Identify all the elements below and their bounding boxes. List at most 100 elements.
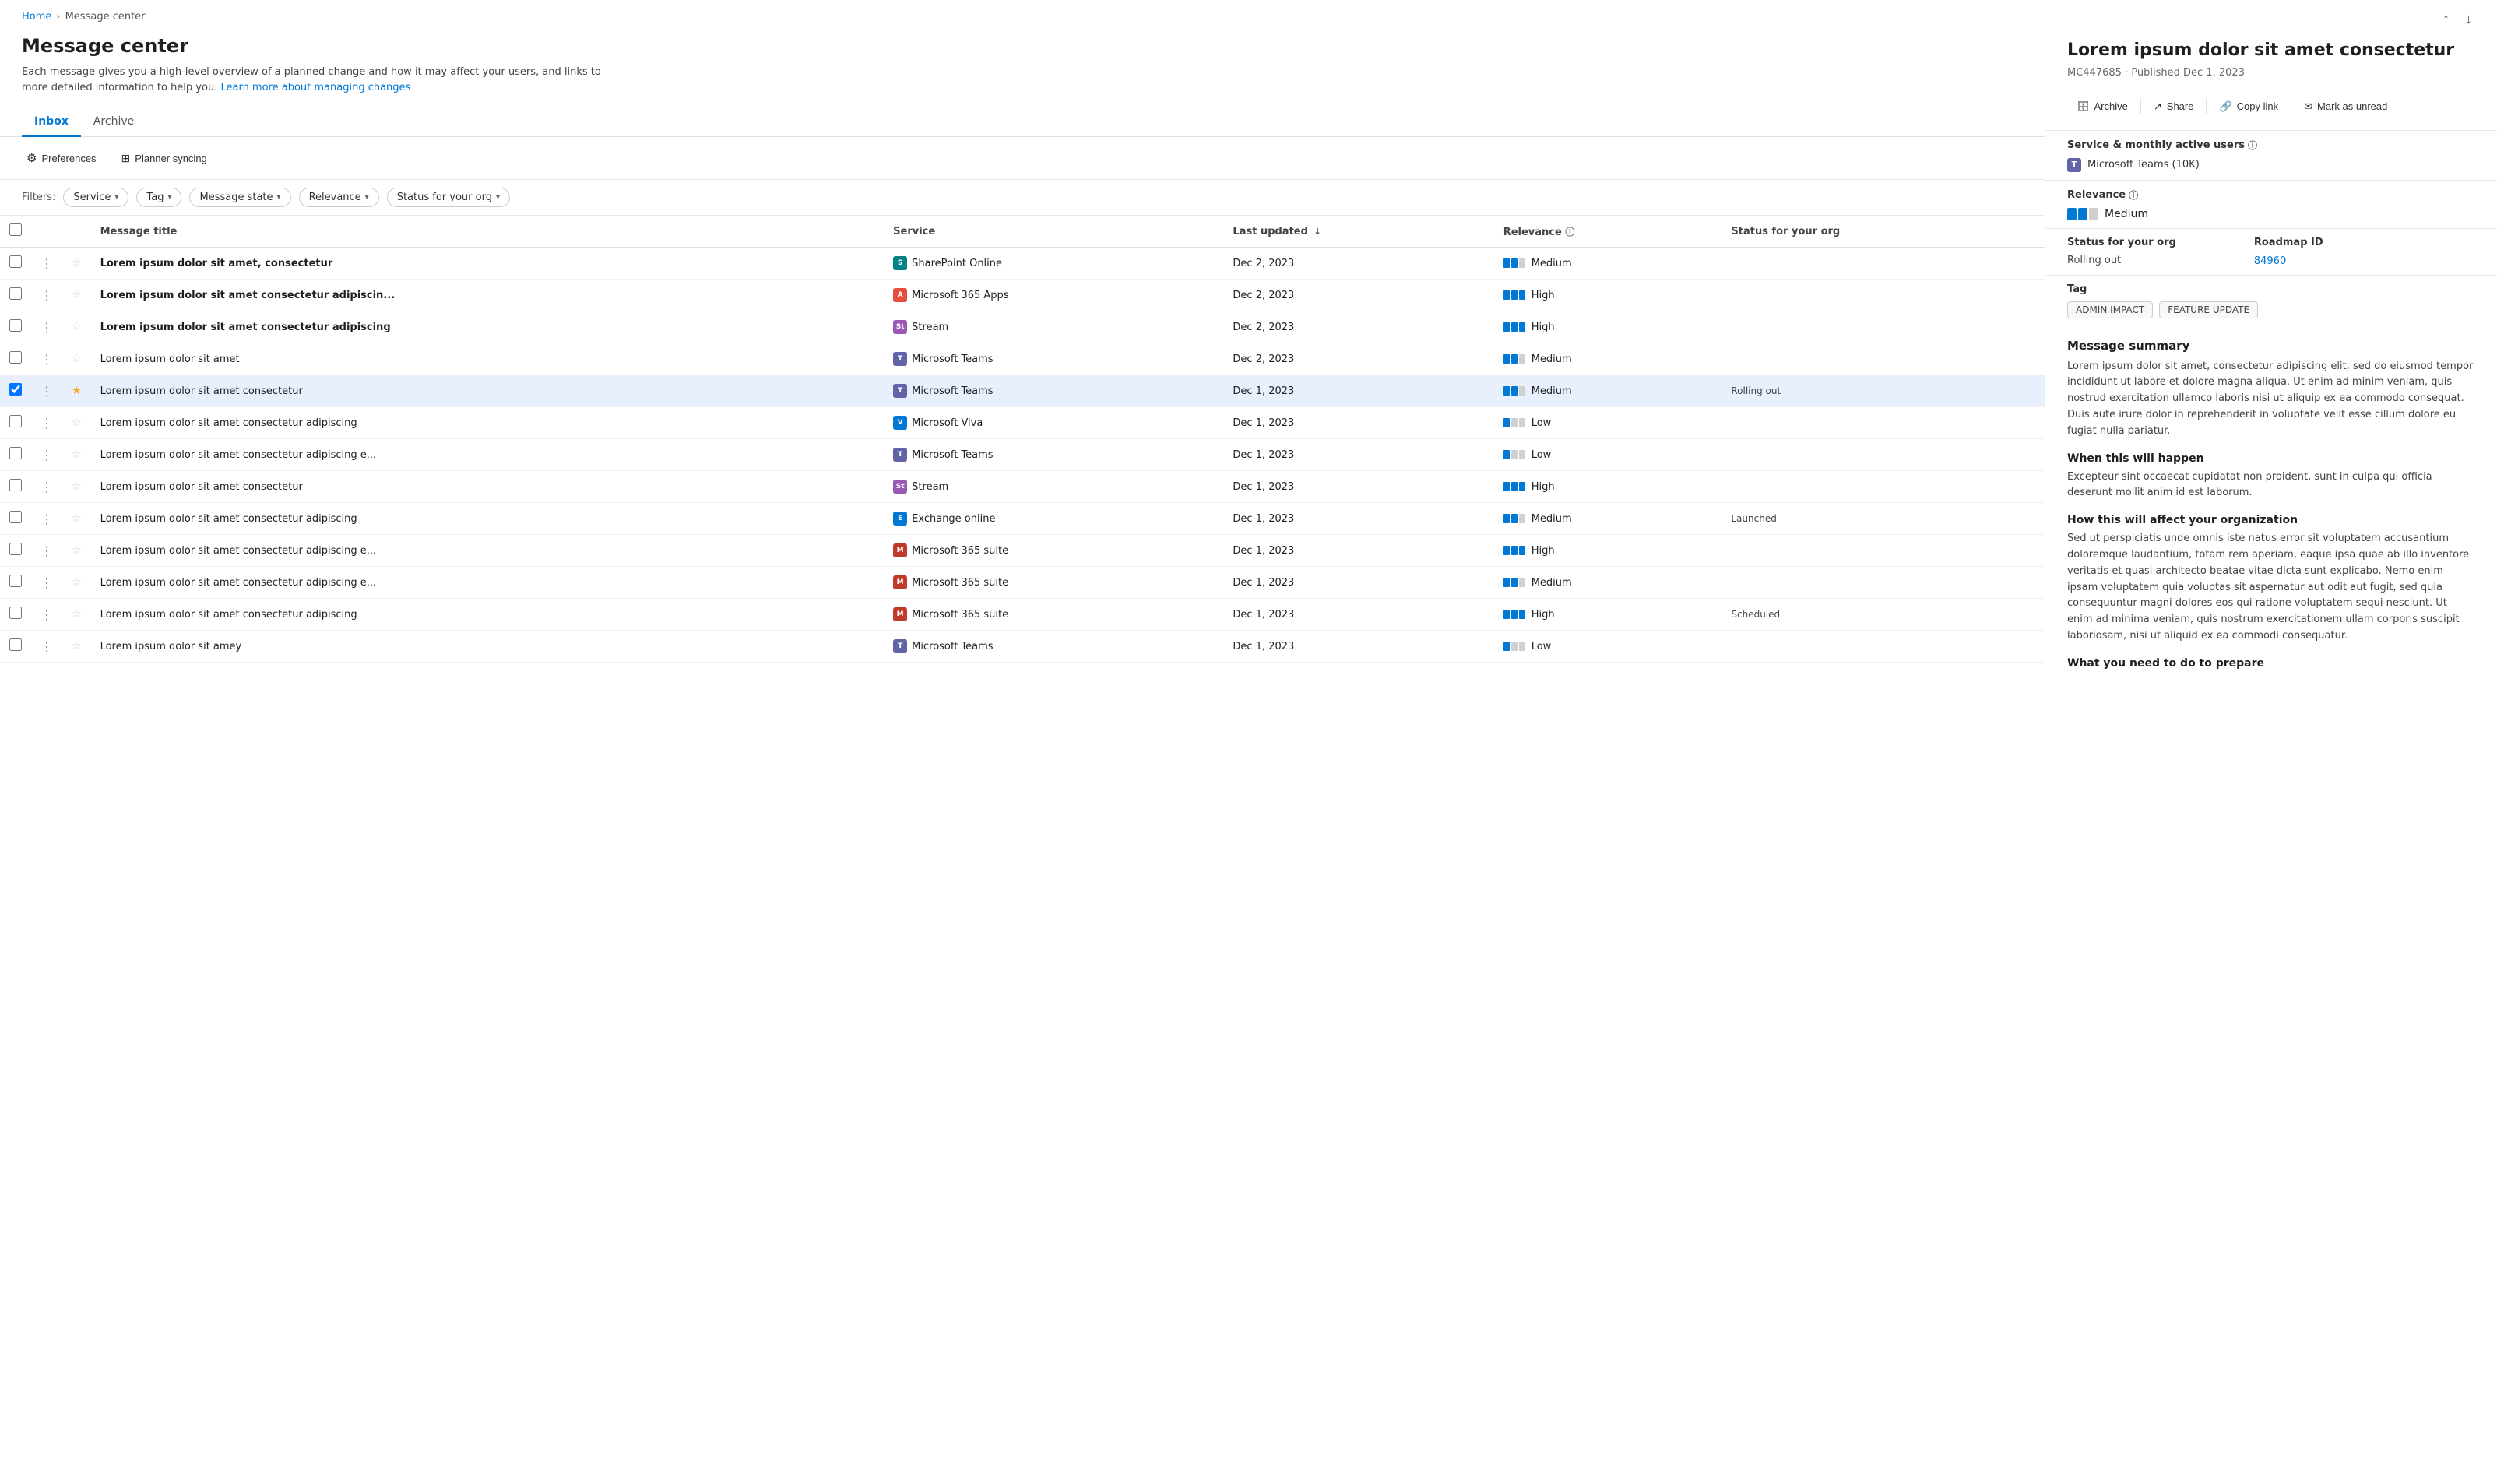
row-checkbox[interactable] [9, 415, 22, 427]
table-row[interactable]: ⋮ ☆ Lorem ipsum dolor sit amet consectet… [0, 439, 2045, 471]
filter-relevance[interactable]: Relevance ▾ [299, 188, 379, 207]
star-icon[interactable]: ☆ [72, 448, 82, 461]
star-icon[interactable]: ☆ [72, 544, 82, 557]
status-value: Rolling out [2067, 255, 2176, 266]
relevance-cell: High [1503, 481, 1713, 493]
filters-bar: Filters: Service ▾ Tag ▾ Message state ▾… [0, 180, 2045, 216]
more-options-icon[interactable]: ⋮ [40, 448, 53, 462]
table-row[interactable]: ⋮ ☆ Lorem ipsum dolor sit amet consectet… [0, 503, 2045, 535]
more-options-icon[interactable]: ⋮ [40, 288, 53, 303]
relevance-bars [1503, 578, 1525, 587]
star-icon[interactable]: ☆ [72, 321, 82, 333]
service-icon: E [893, 512, 907, 526]
relevance-label: High [1532, 481, 1555, 493]
row-checkbox[interactable] [9, 543, 22, 555]
row-checkbox[interactable] [9, 351, 22, 364]
star-icon[interactable]: ☆ [72, 289, 82, 301]
table-row[interactable]: ⋮ ☆ Lorem ipsum dolor sit amet T Microso… [0, 343, 2045, 375]
table-row[interactable]: ⋮ ☆ Lorem ipsum dolor sit amet, consecte… [0, 248, 2045, 280]
table-row[interactable]: ⋮ ☆ Lorem ipsum dolor sit amet consectet… [0, 471, 2045, 503]
mark-unread-button[interactable]: ✉ Mark as unread [2295, 96, 2397, 118]
rel-bar-3 [1519, 258, 1525, 268]
date-cell: Dec 1, 2023 [1223, 439, 1493, 471]
link-icon: 🔗 [2219, 100, 2231, 113]
table-row[interactable]: ⋮ ★ Lorem ipsum dolor sit amet consectet… [0, 375, 2045, 407]
filter-service[interactable]: Service ▾ [63, 188, 128, 207]
table-row[interactable]: ⋮ ☆ Lorem ipsum dolor sit amey T Microso… [0, 631, 2045, 663]
breadcrumb-home[interactable]: Home [22, 11, 51, 23]
table-row[interactable]: ⋮ ☆ Lorem ipsum dolor sit amet consectet… [0, 535, 2045, 567]
copy-link-button[interactable]: 🔗 Copy link [2210, 96, 2288, 118]
row-checkbox[interactable] [9, 575, 22, 587]
share-button[interactable]: ↗ Share [2144, 96, 2203, 118]
table-row[interactable]: ⋮ ☆ Lorem ipsum dolor sit amet consectet… [0, 311, 2045, 343]
star-icon[interactable]: ☆ [72, 257, 82, 269]
relevance-label: Medium [1532, 258, 1572, 269]
col-last-updated[interactable]: Last updated ↓ [1223, 216, 1493, 248]
tab-archive[interactable]: Archive [81, 107, 146, 137]
service-icon: T [893, 384, 907, 398]
status-roadmap-section: Status for your org Rolling out Roadmap … [2045, 228, 2497, 275]
rel-bar-3 [1519, 322, 1525, 332]
star-icon[interactable]: ★ [72, 385, 82, 397]
more-options-icon[interactable]: ⋮ [40, 480, 53, 494]
more-options-icon[interactable]: ⋮ [40, 639, 53, 654]
filter-message-state[interactable]: Message state ▾ [189, 188, 290, 207]
info-icon[interactable]: ⓘ [2248, 139, 2257, 152]
learn-more-link[interactable]: Learn more about managing changes [220, 82, 410, 93]
row-checkbox[interactable] [9, 383, 22, 396]
more-options-icon[interactable]: ⋮ [40, 575, 53, 590]
row-checkbox[interactable] [9, 479, 22, 491]
table-row[interactable]: ⋮ ☆ Lorem ipsum dolor sit amet consectet… [0, 567, 2045, 599]
planner-syncing-button[interactable]: ⊞ Planner syncing [117, 149, 212, 168]
service-name: Microsoft 365 suite [912, 577, 1008, 589]
rel-bar-3 [1519, 290, 1525, 300]
divider [2206, 99, 2207, 114]
row-checkbox[interactable] [9, 287, 22, 300]
next-message-button[interactable]: ↓ [2462, 8, 2475, 30]
star-icon[interactable]: ☆ [72, 417, 82, 429]
prev-message-button[interactable]: ↑ [2439, 8, 2453, 30]
row-checkbox[interactable] [9, 447, 22, 459]
info-icon[interactable]: ⓘ [1565, 227, 1574, 237]
more-options-icon[interactable]: ⋮ [40, 384, 53, 399]
star-icon[interactable]: ☆ [72, 640, 82, 652]
more-options-icon[interactable]: ⋮ [40, 320, 53, 335]
more-options-icon[interactable]: ⋮ [40, 256, 53, 271]
row-checkbox[interactable] [9, 511, 22, 523]
rel-bar-1 [1503, 322, 1510, 332]
preferences-button[interactable]: ⚙ Preferences [22, 148, 101, 168]
more-options-icon[interactable]: ⋮ [40, 416, 53, 431]
archive-button[interactable]: 🗄 Archive [2067, 96, 2137, 118]
star-icon[interactable]: ☆ [72, 480, 82, 493]
date-cell: Dec 2, 2023 [1223, 280, 1493, 311]
message-table-container: Message title Service Last updated ↓ Rel… [0, 216, 2045, 1484]
table-row[interactable]: ⋮ ☆ Lorem ipsum dolor sit amet consectet… [0, 407, 2045, 439]
filter-tag[interactable]: Tag ▾ [136, 188, 181, 207]
relevance-cell: High [1503, 545, 1713, 557]
service-name: Microsoft Teams [912, 353, 993, 365]
select-all-checkbox[interactable] [9, 223, 22, 236]
table-row[interactable]: ⋮ ☆ Lorem ipsum dolor sit amet consectet… [0, 280, 2045, 311]
row-checkbox[interactable] [9, 638, 22, 651]
star-icon[interactable]: ☆ [72, 608, 82, 621]
table-row[interactable]: ⋮ ☆ Lorem ipsum dolor sit amet consectet… [0, 599, 2045, 631]
detail-title: Lorem ipsum dolor sit amet consectetur [2045, 40, 2497, 62]
roadmap-id-link[interactable]: 84960 [2254, 255, 2286, 267]
row-checkbox[interactable] [9, 319, 22, 332]
more-options-icon[interactable]: ⋮ [40, 512, 53, 526]
star-icon[interactable]: ☆ [72, 512, 82, 525]
row-checkbox[interactable] [9, 255, 22, 268]
relevance-bars [1503, 354, 1525, 364]
star-icon[interactable]: ☆ [72, 576, 82, 589]
row-checkbox[interactable] [9, 607, 22, 619]
more-options-icon[interactable]: ⋮ [40, 607, 53, 622]
star-icon[interactable]: ☆ [72, 353, 82, 365]
more-options-icon[interactable]: ⋮ [40, 543, 53, 558]
more-options-icon[interactable]: ⋮ [40, 352, 53, 367]
info-icon[interactable]: ⓘ [2129, 188, 2138, 202]
filter-status[interactable]: Status for your org ▾ [387, 188, 510, 207]
relevance-bars [2067, 208, 2098, 220]
rel-bar-3 [1519, 482, 1525, 491]
tab-inbox[interactable]: Inbox [22, 107, 81, 137]
